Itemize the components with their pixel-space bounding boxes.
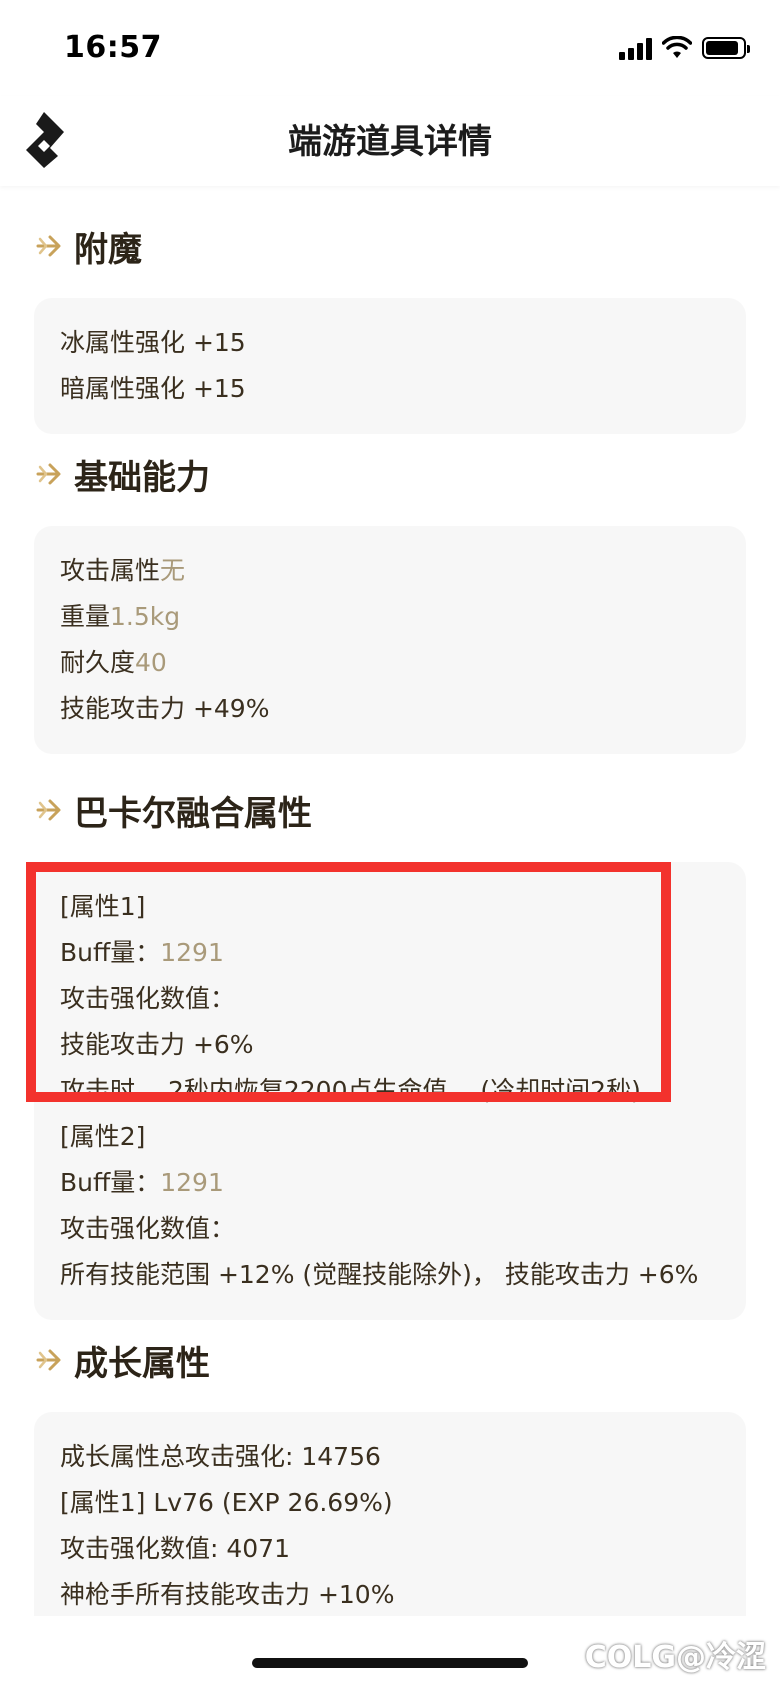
stat-value: 1291 [160, 1168, 224, 1197]
battery-icon [702, 37, 750, 59]
section-card: 成长属性总攻击强化: 14756 [属性1] Lv76 (EXP 26.69%)… [34, 1412, 746, 1616]
section-card: 冰属性强化 +15 暗属性强化 +15 [34, 298, 746, 434]
section-card: 攻击属性无 重量1.5kg 耐久度40 技能攻击力 +49% [34, 526, 746, 754]
status-bar: 16:57 [0, 0, 780, 96]
stat-line: 攻击强化数值: 4071 [60, 1534, 290, 1563]
stat-line: 成长属性总攻击强化: 14756 [60, 1442, 381, 1471]
stat-line: 冰属性强化 +15 [60, 328, 246, 357]
stat-line: 所有技能范围 +12% (觉醒技能除外)， 技能攻击力 +6% [60, 1260, 699, 1289]
stat-value: 1.5kg [110, 602, 181, 631]
stat-line: Buff量：1291 [60, 1168, 224, 1197]
stat-value: 无 [160, 556, 186, 585]
section-arrow-icon [36, 799, 61, 821]
stat-line: 暗属性强化 +15 [60, 374, 246, 403]
watermark: COLG@冷涩 [584, 1640, 766, 1675]
section-header: 巴卡尔融合属性 [34, 780, 746, 840]
section-arrow-icon [36, 235, 61, 257]
stat-line: 重量1.5kg [60, 602, 181, 631]
stat-line: 耐久度40 [60, 648, 167, 677]
stat-line: [属性1] Lv76 (EXP 26.69%) [60, 1488, 393, 1517]
section-title: 成长属性 [74, 1343, 210, 1384]
section-title: 附魔 [74, 229, 142, 270]
cellular-signal-icon [619, 36, 652, 60]
wifi-icon [662, 36, 692, 58]
section-arrow-icon [36, 463, 61, 485]
stat-line: 攻击强化数值： [60, 1214, 236, 1243]
stat-line: [属性2] [60, 1122, 146, 1151]
section-header: 基础能力 [34, 444, 746, 504]
highlight-annotation-box [26, 862, 671, 1102]
stat-line: 神枪手所有技能攻击力 +10% [60, 1580, 395, 1609]
section-header: 成长属性 [34, 1330, 746, 1390]
section-basic-ability: 基础能力 攻击属性无 重量1.5kg 耐久度40 技能攻击力 +49% [34, 444, 746, 754]
section-arrow-icon [36, 1349, 61, 1371]
section-title: 基础能力 [74, 457, 210, 498]
stat-line: 攻击属性无 [60, 556, 186, 585]
home-indicator[interactable] [252, 1658, 528, 1668]
section-header: 附魔 [34, 216, 746, 276]
nav-bar: 端游道具详情 [0, 96, 780, 186]
status-time: 16:57 [64, 30, 162, 65]
stat-value: 40 [135, 648, 167, 677]
section-enchant: 附魔 冰属性强化 +15 暗属性强化 +15 [34, 216, 746, 434]
page-title: 端游道具详情 [288, 122, 492, 162]
section-title: 巴卡尔融合属性 [74, 793, 312, 834]
status-icons [619, 36, 750, 60]
stat-line: 技能攻击力 +49% [60, 694, 270, 723]
section-growth: 成长属性 成长属性总攻击强化: 14756 [属性1] Lv76 (EXP 26… [34, 1330, 746, 1616]
